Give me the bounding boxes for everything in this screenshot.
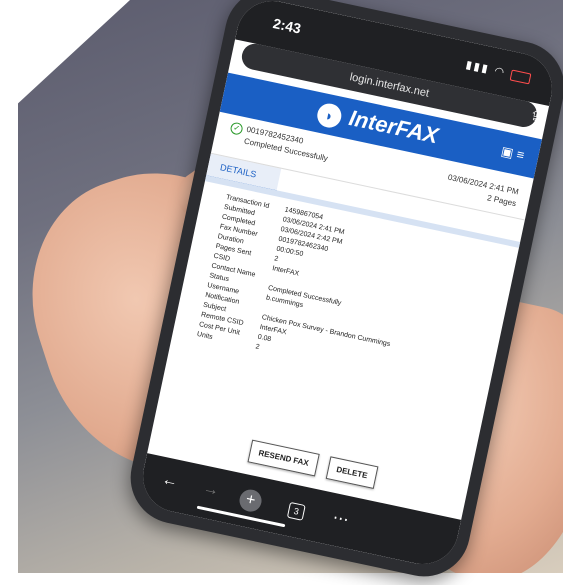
more-icon[interactable]: ⋯ — [331, 507, 351, 530]
home-indicator — [196, 505, 286, 528]
smartphone: 2:43 ▮▮▮ ◠ login.interfax.net ⇪ ◗ InterFA… — [122, 0, 563, 585]
detail-value: 2 — [273, 255, 279, 264]
share-icon[interactable]: ⇪ — [527, 103, 543, 131]
tab-count-icon[interactable]: 3 — [286, 501, 306, 521]
status-time: 2:43 — [271, 15, 303, 37]
phone-wrapper: 2:43 ▮▮▮ ◠ login.interfax.net ⇪ ◗ InterFA… — [0, 0, 563, 585]
new-tab-icon[interactable]: + — [237, 487, 264, 514]
forward-arrow-icon[interactable]: → — [201, 480, 220, 501]
success-check-icon: ✓ — [229, 121, 244, 136]
detail-value: 2 — [254, 343, 261, 352]
battery-icon — [509, 69, 532, 85]
phone-screen: 2:43 ▮▮▮ ◠ login.interfax.net ⇪ ◗ InterFA… — [136, 0, 559, 571]
signal-icon: ▮▮▮ — [464, 58, 491, 76]
header-icons: ▣ ≡ — [500, 143, 526, 164]
wifi-icon: ◠ — [493, 65, 508, 80]
chat-icon[interactable]: ▣ — [500, 143, 515, 160]
menu-icon[interactable]: ≡ — [515, 147, 526, 163]
status-icons: ▮▮▮ ◠ — [464, 58, 532, 85]
resend-fax-button[interactable]: RESEND FAX — [247, 439, 320, 477]
delete-button[interactable]: DELETE — [325, 456, 379, 489]
back-arrow-icon[interactable]: ← — [160, 471, 179, 492]
fax-date: 03/06/2024 2:41 PM — [447, 172, 520, 197]
detail-value: 0.08 — [256, 333, 272, 344]
details-list: Transaction Id 1459867054 Submitted 03/06/… — [160, 181, 519, 461]
logo-mark-icon: ◗ — [315, 101, 344, 130]
